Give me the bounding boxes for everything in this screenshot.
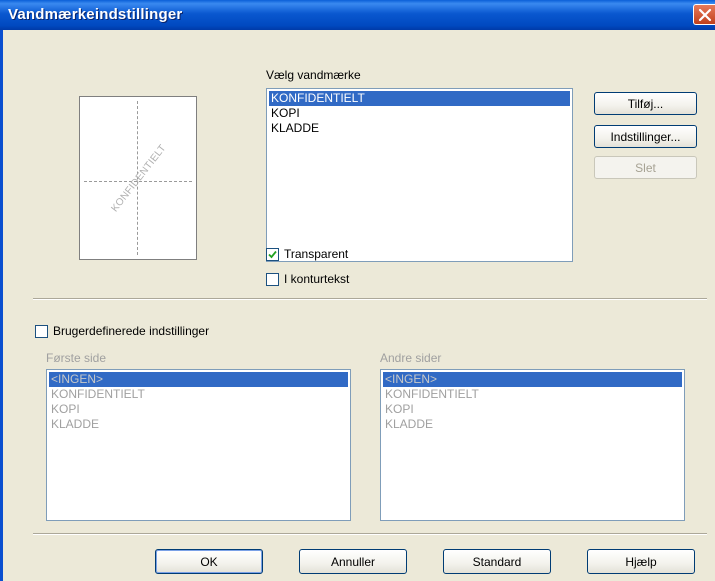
other-pages-list-item[interactable]: KLADDE xyxy=(383,417,682,432)
outline-text-label[interactable]: I konturtekst xyxy=(284,272,349,286)
delete-button[interactable]: Slet xyxy=(594,156,697,179)
close-button[interactable] xyxy=(693,4,715,25)
dialog-body: KONFIDENTIELT Vælg vandmærke KONFIDENTIE… xyxy=(3,30,715,581)
divider xyxy=(33,298,707,300)
close-icon xyxy=(698,8,712,22)
checkmark-icon xyxy=(268,250,277,259)
first-page-list[interactable]: <INGEN> KONFIDENTIELT KOPI KLADDE xyxy=(46,369,351,521)
other-pages-list-item[interactable]: KONFIDENTIELT xyxy=(383,387,682,402)
title-bar[interactable]: Vandmærkeindstillinger xyxy=(0,0,715,30)
transparent-label[interactable]: Transparent xyxy=(284,247,348,261)
transparent-checkbox[interactable] xyxy=(266,248,279,261)
preview-watermark-text: KONFIDENTIELT xyxy=(109,142,169,215)
custom-settings-label[interactable]: Brugerdefinerede indstillinger xyxy=(53,324,209,338)
window-title: Vandmærkeindstillinger xyxy=(8,6,183,23)
other-pages-list-item[interactable]: <INGEN> xyxy=(383,372,682,387)
footer-divider xyxy=(33,533,707,535)
add-button[interactable]: Tilføj... xyxy=(594,92,697,115)
first-page-list-item[interactable]: KOPI xyxy=(49,402,348,417)
watermark-list-item[interactable]: KONFIDENTIELT xyxy=(269,91,570,106)
watermark-list-item[interactable]: KLADDE xyxy=(269,121,570,136)
default-button[interactable]: Standard xyxy=(443,549,551,574)
watermark-preview: KONFIDENTIELT xyxy=(79,96,197,260)
first-page-label: Første side xyxy=(46,351,107,365)
custom-settings-checkbox[interactable] xyxy=(35,325,48,338)
other-pages-list[interactable]: <INGEN> KONFIDENTIELT KOPI KLADDE xyxy=(380,369,685,521)
watermark-list[interactable]: KONFIDENTIELT KOPI KLADDE xyxy=(266,88,573,262)
other-pages-list-item[interactable]: KOPI xyxy=(383,402,682,417)
first-page-list-item[interactable]: KLADDE xyxy=(49,417,348,432)
outline-text-checkbox[interactable] xyxy=(266,273,279,286)
watermark-list-item[interactable]: KOPI xyxy=(269,106,570,121)
help-button[interactable]: Hjælp xyxy=(587,549,695,574)
first-page-list-item[interactable]: <INGEN> xyxy=(49,372,348,387)
settings-button[interactable]: Indstillinger... xyxy=(594,125,697,148)
first-page-list-item[interactable]: KONFIDENTIELT xyxy=(49,387,348,402)
ok-button[interactable]: OK xyxy=(155,549,263,574)
other-pages-label: Andre sider xyxy=(380,351,442,365)
cancel-button[interactable]: Annuller xyxy=(299,549,407,574)
select-watermark-label: Vælg vandmærke xyxy=(266,68,361,82)
